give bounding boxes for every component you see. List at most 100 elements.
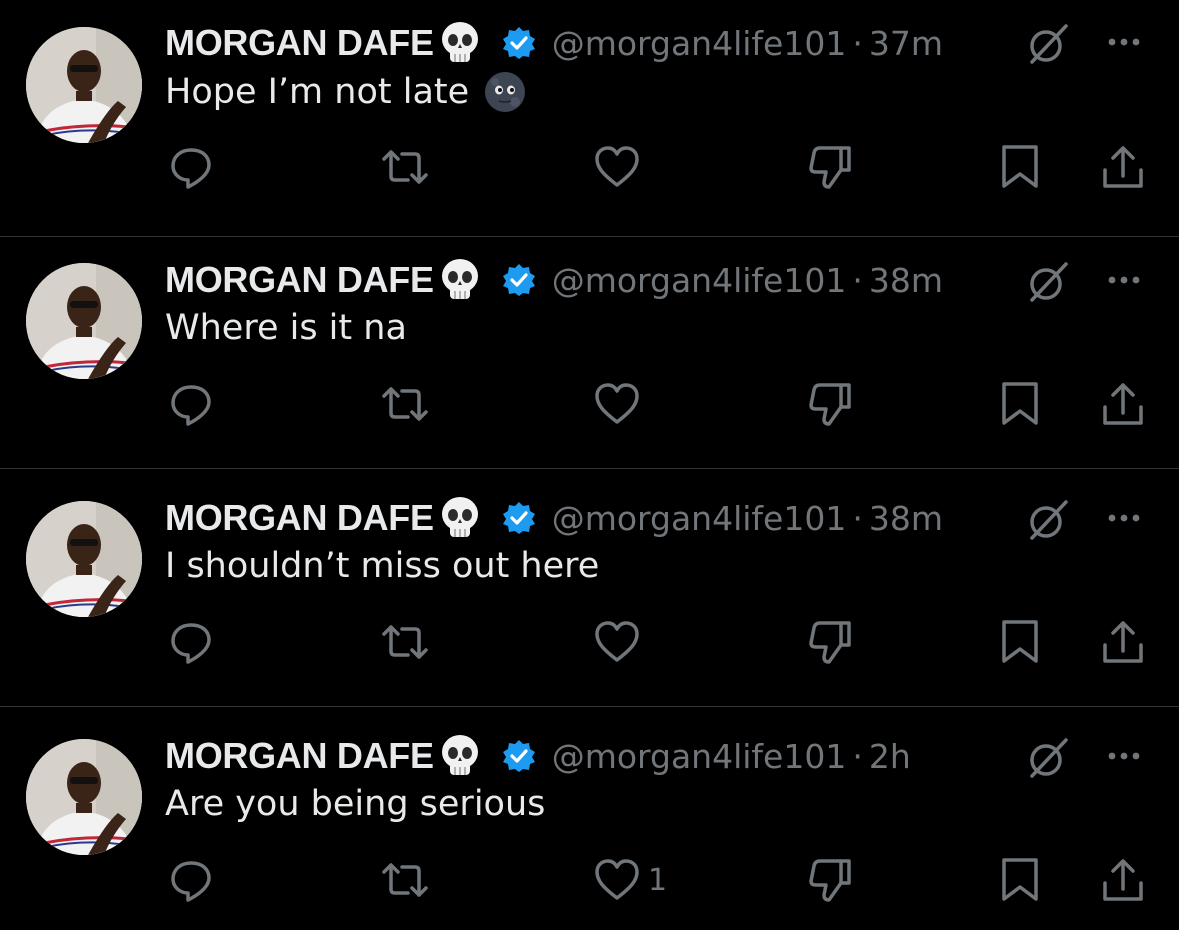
avatar[interactable] — [26, 501, 142, 617]
more-icon[interactable] — [1104, 744, 1144, 768]
skull-emoji — [438, 257, 482, 303]
tweet-text-container: I shouldn’t miss out here — [165, 546, 599, 586]
more-icon[interactable] — [1104, 268, 1144, 292]
heart-icon — [595, 621, 639, 662]
heart-icon — [595, 859, 639, 900]
like-button[interactable] — [592, 377, 648, 431]
grok-icon[interactable] — [1024, 20, 1072, 68]
repost-button[interactable] — [380, 853, 430, 907]
heart-icon — [595, 383, 639, 424]
share-button[interactable] — [1098, 615, 1148, 669]
bookmark-icon — [1002, 145, 1038, 188]
tweet-item[interactable]: MORGAN DAFE @morgan4 — [0, 708, 1179, 930]
separator-dot: · — [852, 260, 863, 300]
action-bar — [0, 615, 1179, 669]
verified-badge-icon — [502, 501, 536, 535]
timestamp[interactable]: 2h — [869, 737, 911, 776]
timestamp[interactable]: 37m — [869, 24, 943, 63]
repost-icon — [382, 863, 428, 897]
separator-dot: · — [852, 498, 863, 538]
reply-button[interactable] — [166, 853, 216, 907]
tweet-item[interactable]: MORGAN DAFE @morgan4 — [0, 232, 1179, 469]
bookmark-icon — [1002, 620, 1038, 663]
bookmark-icon — [1002, 382, 1038, 425]
repost-icon — [382, 150, 428, 184]
reply-icon — [171, 148, 211, 189]
tweet-text: Hope I’m not late — [165, 72, 470, 112]
author-name[interactable]: MORGAN DAFE — [165, 735, 434, 777]
new-moon-face-emoji — [483, 70, 527, 114]
thumbs-down-icon — [809, 621, 851, 664]
like-button[interactable] — [592, 140, 648, 194]
author-handle[interactable]: @morgan4life101 — [552, 24, 847, 63]
repost-button[interactable] — [380, 377, 430, 431]
more-icon[interactable] — [1104, 506, 1144, 530]
heart-icon — [595, 146, 639, 187]
author-handle[interactable]: @morgan4life101 — [552, 261, 847, 300]
tweet-text-container: Are you being serious — [165, 784, 545, 824]
separator-dot: · — [852, 23, 863, 63]
tweet-header: MORGAN DAFE @morgan4 — [165, 257, 1025, 303]
tweet-header: MORGAN DAFE @morgan4 — [165, 733, 1025, 779]
tweet-header: MORGAN DAFE @morgan4 — [165, 20, 1025, 66]
tweet-text: Where is it na — [165, 308, 407, 348]
avatar[interactable] — [26, 27, 142, 143]
reply-button[interactable] — [166, 140, 216, 194]
bookmark-button[interactable] — [995, 140, 1045, 194]
skull-emoji — [438, 733, 482, 779]
grok-icon[interactable] — [1024, 258, 1072, 306]
bookmark-button[interactable] — [995, 853, 1045, 907]
tweet-text: Are you being serious — [165, 784, 546, 824]
verified-badge-icon — [502, 739, 536, 773]
thumbs-down-icon — [809, 146, 851, 189]
repost-button[interactable] — [380, 615, 430, 669]
tweet-item[interactable]: MORGAN DAFE @morgan4 — [0, 0, 1179, 237]
dislike-button[interactable] — [806, 140, 856, 194]
share-icon — [1103, 383, 1143, 425]
skull-emoji — [438, 20, 482, 66]
share-button[interactable] — [1098, 377, 1148, 431]
tweet-feed: MORGAN DAFE @morgan4life101 · 37m Hope I… — [0, 0, 1179, 930]
action-bar: 1 — [0, 853, 1179, 907]
author-handle[interactable]: @morgan4life101 — [552, 499, 847, 538]
dislike-button[interactable] — [806, 377, 856, 431]
more-icon[interactable] — [1104, 30, 1144, 54]
like-button[interactable]: 1 — [592, 853, 667, 907]
share-icon — [1103, 621, 1143, 663]
share-icon — [1103, 859, 1143, 901]
dislike-button[interactable] — [806, 853, 856, 907]
thumbs-down-icon — [809, 383, 851, 426]
reply-icon — [171, 861, 211, 902]
thumbs-down-icon — [809, 859, 851, 902]
share-icon — [1103, 146, 1143, 188]
avatar[interactable] — [26, 739, 142, 855]
verified-badge-icon — [502, 263, 536, 297]
verified-badge-icon — [502, 26, 536, 60]
tweet-item[interactable]: MORGAN DAFE @morgan4 — [0, 470, 1179, 707]
bookmark-button[interactable] — [995, 615, 1045, 669]
author-name[interactable]: MORGAN DAFE — [165, 22, 434, 64]
share-button[interactable] — [1098, 140, 1148, 194]
share-button[interactable] — [1098, 853, 1148, 907]
reply-button[interactable] — [166, 615, 216, 669]
timestamp[interactable]: 38m — [869, 261, 943, 300]
skull-emoji — [438, 495, 482, 541]
like-count: 1 — [648, 862, 668, 898]
bookmark-button[interactable] — [995, 377, 1045, 431]
action-bar — [0, 377, 1179, 431]
tweet-header: MORGAN DAFE @morgan4 — [165, 495, 1025, 541]
grok-icon[interactable] — [1024, 496, 1072, 544]
like-button[interactable] — [592, 615, 648, 669]
reply-button[interactable] — [166, 377, 216, 431]
tweet-text-container: Hope I’m not late — [165, 70, 527, 114]
repost-button[interactable] — [380, 140, 430, 194]
dislike-button[interactable] — [806, 615, 856, 669]
author-name[interactable]: MORGAN DAFE — [165, 259, 434, 301]
timestamp[interactable]: 38m — [869, 499, 943, 538]
avatar[interactable] — [26, 263, 142, 379]
author-name[interactable]: MORGAN DAFE — [165, 497, 434, 539]
author-handle[interactable]: @morgan4life101 — [552, 737, 847, 776]
separator-dot: · — [852, 736, 863, 776]
grok-icon[interactable] — [1024, 734, 1072, 782]
bookmark-icon — [1002, 858, 1038, 901]
